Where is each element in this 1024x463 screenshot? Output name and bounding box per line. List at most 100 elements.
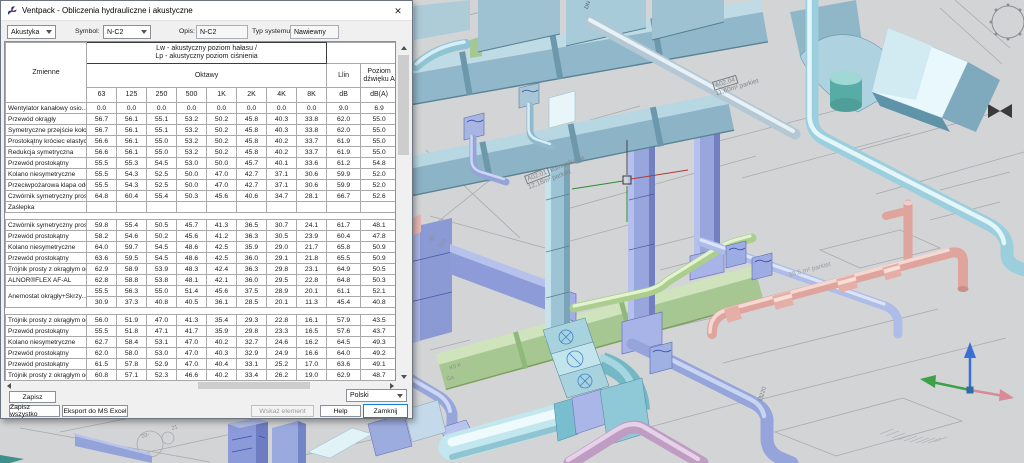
close-button[interactable]: ✕ [384, 1, 412, 21]
table-row: Przewód prostokątny62.058.053.047.040.33… [6, 348, 397, 359]
cell-value: 21.7 [297, 242, 327, 253]
cell-value: 56.6 [87, 147, 117, 158]
row-label[interactable]: Przewód prostokątny [6, 253, 87, 264]
cell-value: 41.3 [177, 315, 207, 326]
scroll-thumb[interactable] [198, 382, 310, 389]
cell-value: 33.8 [297, 125, 327, 136]
cell-value: 29.3 [237, 315, 267, 326]
table-row: Prostokątny króciec elastycz56.656.155.0… [6, 136, 397, 147]
row-label[interactable]: Przeciwpożarowa klapa odci [6, 180, 87, 191]
language-select-value: Polski [350, 392, 369, 399]
cell-value: 0.0 [267, 103, 297, 114]
cell-value: 52.0 [361, 180, 396, 191]
cell-value: 40.8 [147, 297, 177, 308]
row-label[interactable]: Przewód prostokątny [6, 348, 87, 359]
row-label[interactable]: Symetryczne przejście koło/ [6, 125, 87, 136]
cell-value: 53.8 [147, 275, 177, 286]
table-vertical-scrollbar[interactable] [396, 41, 411, 383]
arrow-right-icon [390, 383, 394, 389]
row-label[interactable]: Przewód prostokątny [6, 158, 87, 169]
row-label[interactable]: Kolano niesymetryczne [6, 242, 87, 253]
row-label[interactable]: Wentylator kanałowy osio... [6, 103, 87, 114]
table-row: Redukcja symetryczna56.656.155.053.250.2… [6, 147, 397, 158]
help-button[interactable]: Help [320, 405, 361, 417]
teal-cylinder[interactable] [830, 71, 862, 112]
row-label[interactable]: Anemostat okrągły+Skrzy... [6, 286, 87, 308]
cell-value: 42.7 [237, 169, 267, 180]
cell-value: 55.5 [87, 169, 117, 180]
cell-value: 50.3 [361, 275, 396, 286]
export-excel-button[interactable]: Eksport do MS Excel [62, 405, 128, 417]
row-label[interactable]: Przewód prostokątny [6, 359, 87, 370]
cell-value: 60.4 [117, 191, 147, 202]
cell-value: 52.9 [147, 359, 177, 370]
cell-value: 64.5 [327, 337, 361, 348]
cell-value: 55.0 [361, 114, 396, 125]
cell-value [361, 202, 396, 213]
gap-cell [6, 308, 397, 315]
arrow-up-icon [401, 46, 407, 50]
row-label[interactable]: Czwórnik symetryczny prosto [6, 220, 87, 231]
title-bar[interactable]: Ventpack - Obliczenia hydrauliczne i aku… [1, 1, 412, 21]
row-label[interactable]: Trójnik prosty z okrągłym od [6, 264, 87, 275]
header-col: 63 [87, 88, 117, 103]
row-label[interactable]: Przewód prostokątny [6, 326, 87, 337]
acoustic-table-body: Wentylator kanałowy osio...0.00.00.00.00… [6, 103, 397, 381]
acoustic-table: Zmienne Lw - akustyczny poziom hałasu / … [4, 41, 396, 383]
row-label[interactable]: Czwórnik symetryczny prosto [6, 191, 87, 202]
table-row: Przewód prostokątny55.555.354.553.050.04… [6, 158, 397, 169]
row-label[interactable]: Przewód prostokątny [6, 231, 87, 242]
typ-systemu-field[interactable]: Nawiewny [290, 25, 339, 39]
header-poziom: Poziom dźwięku A [361, 64, 396, 88]
row-label[interactable]: Trójnik prosty z okrągłym od [6, 370, 87, 381]
symbol-select[interactable]: N-C2 [103, 25, 151, 39]
mode-select[interactable]: Akustyka [7, 25, 56, 39]
cell-value: 21.8 [297, 253, 327, 264]
cell-value: 33.7 [297, 136, 327, 147]
row-label[interactable]: Zaślepka [6, 202, 87, 213]
cell-value: 0.0 [177, 103, 207, 114]
scroll-left-button[interactable] [4, 381, 13, 390]
save-button[interactable]: Zapisz [9, 391, 56, 403]
cell-value: 40.4 [207, 359, 237, 370]
table-row: Symetryczne przejście koło/56.756.155.15… [6, 125, 397, 136]
cell-value: 50.2 [207, 147, 237, 158]
cell-value: 40.2 [207, 370, 237, 381]
arrow-left-icon [7, 383, 11, 389]
row-label[interactable]: ALNOR®FLEX AF-AL [6, 275, 87, 286]
row-label[interactable]: Kolano niesymetryczne [6, 169, 87, 180]
cell-value: 45.8 [237, 125, 267, 136]
cell-value: 59.9 [327, 169, 361, 180]
cell-value: 28.9 [267, 286, 297, 297]
table-row: Przeciwpożarowa klapa odci55.554.352.550… [6, 180, 397, 191]
cell-value: 55.3 [117, 158, 147, 169]
scroll-down-button[interactable] [397, 370, 410, 383]
opis-field[interactable]: N-C2 [196, 25, 248, 39]
cell-value: 36.0 [237, 253, 267, 264]
header-llin: Llin [327, 64, 361, 88]
cell-value: 64.8 [327, 275, 361, 286]
scroll-thumb[interactable] [398, 55, 409, 155]
cell-value [207, 202, 237, 213]
cell-value: 23.1 [297, 264, 327, 275]
cell-value: 33.4 [237, 370, 267, 381]
cell-value: 16.2 [297, 337, 327, 348]
table-horizontal-scrollbar[interactable] [4, 381, 396, 390]
cell-value: 62.9 [87, 264, 117, 275]
close-dialog-button[interactable]: Zamknij [363, 404, 408, 418]
row-label[interactable]: Trójnik prosty z okrągłym od [6, 315, 87, 326]
cell-value: 62.0 [327, 125, 361, 136]
plan-note: 21 [171, 425, 179, 433]
cell-value: 56.1 [117, 136, 147, 147]
save-all-button[interactable]: Zapisz wszystko [9, 405, 60, 417]
row-label[interactable]: Prostokątny króciec elastycz [6, 136, 87, 147]
language-select[interactable]: Polski [346, 389, 407, 402]
scroll-up-button[interactable] [397, 41, 410, 54]
cell-value [237, 202, 267, 213]
row-label[interactable]: Kolano niesymetryczne [6, 337, 87, 348]
row-label[interactable]: Redukcja symetryczna [6, 147, 87, 158]
cell-value: 50.9 [361, 253, 396, 264]
cell-value: 54.5 [147, 253, 177, 264]
row-label[interactable]: Przewód okrągły [6, 114, 87, 125]
cell-value: 36.5 [237, 220, 267, 231]
